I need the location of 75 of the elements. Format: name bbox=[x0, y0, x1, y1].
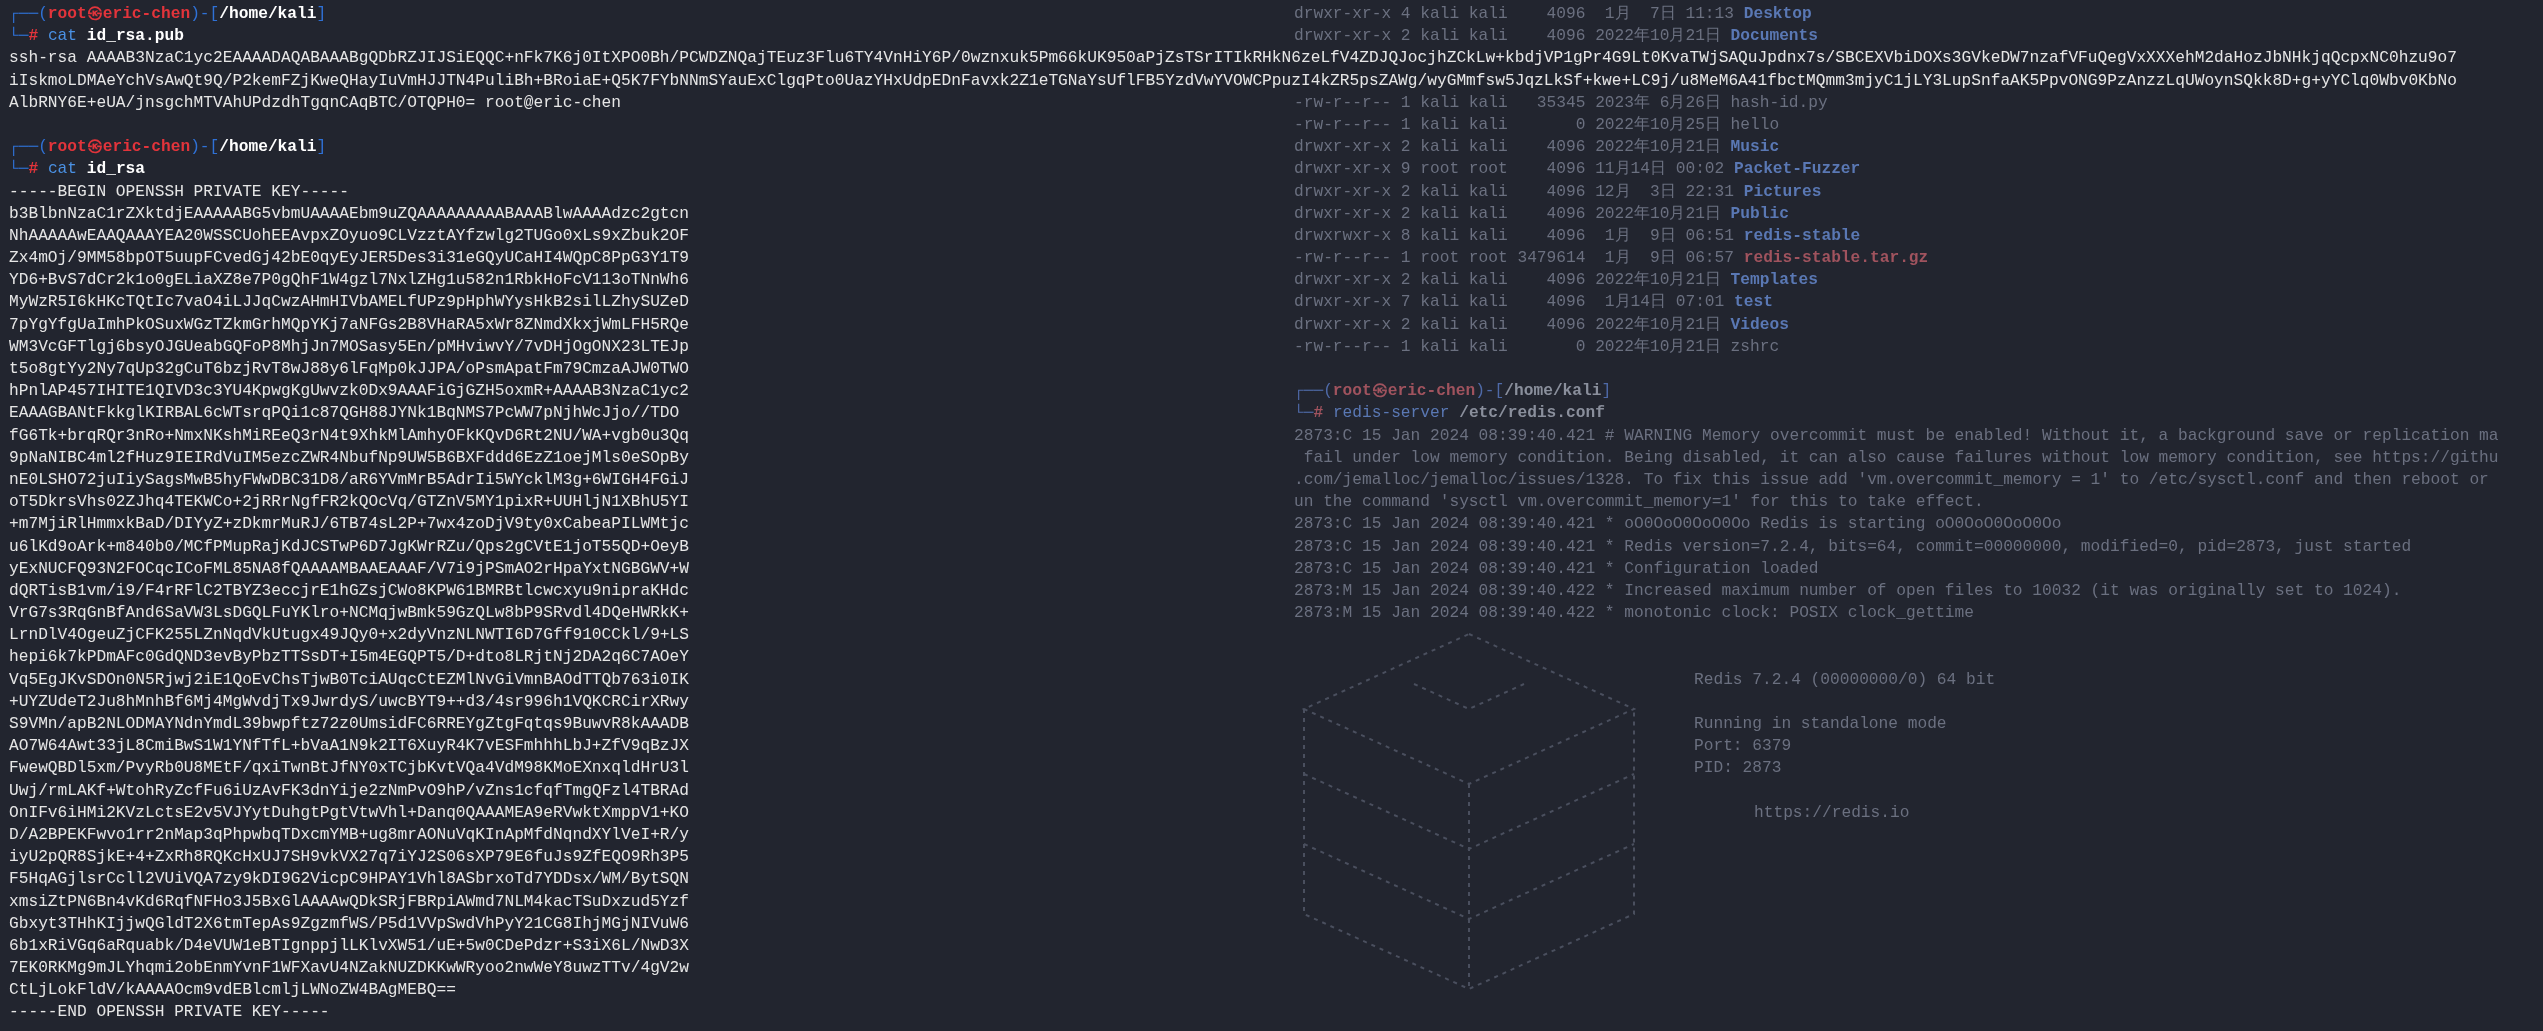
output-line: Uwj/rmLAKf+WtohRyZcfFu6iUzAvFK3dnYije2zNmPvO9hP/vZns1cfqfTmgQFzl4TBRAd bbox=[9, 780, 689, 802]
output-line: hepi6k7kPDmAFc0GdQND3evByPbzTTSsDT+I5m4EGQPT5/D+dto8LRjtNj2DA2q6C7AOeY bbox=[9, 647, 689, 669]
output-line: F5HqAGjlsrCcll2VUiVQA7zy9kDI9G2VicpC9HPAY1Vhl8ASbrxoTd7YDDsx/WM/BytSQN bbox=[9, 869, 689, 891]
output-line: iyU2pQR8SjkE+4+ZxRh8RQKcHxUJ7SH9vkVX27q7iYJ2S06sXP79E6fuJs9ZfEQO9Rh3P5 bbox=[9, 847, 689, 869]
banner-line: Running in standalone mode bbox=[1694, 714, 1947, 736]
output-line: -----BEGIN OPENSSH PRIVATE KEY----- bbox=[9, 181, 349, 203]
output-line: NhAAAAAwEAAQAAAYEA20WSSCUohEEAvpxZOyuo9CLVzztAYfzwlg2TUGo0xLs9xZbuk2OF bbox=[9, 225, 689, 247]
file-listing-row-text: drwxr-xr-x 9 root root 4096 11月14日 00:02 Packet-Fuzzer bbox=[1294, 159, 1861, 181]
banner-line: Port: 6379 bbox=[1694, 736, 1792, 758]
log-line: 2873:C 15 Jan 2024 08:39:40.421 * Redis version=7.2.4, bits=64, commit=00000000, modified=0, pid=2873, just started bbox=[1294, 536, 2412, 558]
output-line: hPnlAP457IHITE1QIVD3c3YU4KpwgKgUwvzk0Dx9AAAFiGjGZH5oxmR+AAAAB3NzaC1yc2 bbox=[9, 381, 689, 403]
command-line: └─# cat id_rsa bbox=[9, 158, 146, 181]
output-line: YD6+BvS7dCr2k1o0gELiaXZ8e7P0gQhF1W4gzl7NxlZHg1u582n1RbkHoFcV113oTNnWh6 bbox=[9, 270, 689, 292]
output-line: AlbRNY6E+eUA/jnsgchMTVAhUPdzdhTgqnCAqBTC/OTQPH0= root@eric-chen bbox=[9, 92, 621, 114]
output-line: S9VMn/apB2NLODMAYNdnYmdL39bwpftz72z0UmsidFC6RREYgZtgFqtqs9BuwvR8kAAADB bbox=[9, 714, 689, 735]
banner-line: Redis 7.2.4 (00000000/0) 64 bit bbox=[1694, 669, 1996, 691]
output-line: yExNUCFQ93N2FOCqcICoFML85NA8fQAAAAMBAAEAAAF/V7i9jPSmAO2rHpaYxtNGBGWV+W bbox=[9, 558, 689, 580]
log-line: un the command 'sysctl vm.overcommit_memory=1' for this to take effect. bbox=[1294, 492, 1984, 514]
log-line: 2873:M 15 Jan 2024 08:39:40.422 * Increased maximum number of open files to 10032 (it was originally set to 1024). bbox=[1294, 580, 2402, 602]
output-line: nE0LSHO72juIiySagsMwB5hyFWwDBC31D8/aR6YVmMrB5AdrIi5WYcklM3g+6WIGH4FGiJ bbox=[9, 469, 689, 491]
output-line: EAAAGBANtFkkglKIRBAL6cWTsrqPQi1c87QGH88JYNk1BqNMS7PcWW7pNjhWcJjo//TDO bbox=[9, 403, 680, 425]
output-line: -----END OPENSSH PRIVATE KEY----- bbox=[9, 1002, 330, 1024]
output-line: oT5DkrsVhs02ZJhq4TEKWCo+2jRRrNgfFR2kQOcVq/GTZnV5MY1pixR+UUHljN1XBhU5YI bbox=[9, 492, 689, 514]
output-line: MyWzR5I6kHKcTQtIc7vaO4iLJJqCwzAHmHIVbAMELfUPz9pHphWYysHkB2silLZhySUZeD bbox=[9, 292, 689, 314]
file-listing-row-text: drwxr-xr-x 2 kali kali 4096 2022年10月21日 Public bbox=[1294, 203, 1789, 225]
output-line: Vq5EgJKvSDOn0N5Rjwj2iE1QoEvChsTjwB0TciAUqcCtEZMlNvGiVmnBAOdTTQb763i0IK bbox=[9, 669, 689, 691]
output-line: fG6Tk+brqRQr3nRo+NmxNKshMiREeQ3rN4t9XhkMlAmhyOFkKQvD6Rt2NU/WA+vgb0u3Qq bbox=[9, 425, 689, 447]
file-listing-row-text: drwxr-xr-x 2 kali kali 4096 2022年10月21日 Documents bbox=[1294, 26, 1818, 48]
output-line: 7EK0RKMg9mJLYhqmi2obEnmYvnF1WFXavU4NZakNUZDKKwWRyoo2nwWeY8uwzTTv/4gV2w bbox=[9, 958, 689, 980]
output-line: u6lKd9oArk+m840b0/MCfPMupRajKdJCSTwP6D7JgKWrRZu/Qps2gCVtE1joT55QD+OeyB bbox=[9, 536, 689, 558]
prompt-line: ┌──(root㉿eric-chen)-[/home/kali] bbox=[9, 4, 327, 25]
output-line: AO7W64Awt33jL8CmiBwS1W1YNfTfL+bVaA1N9k2IT6XuyR4K7vESFmhhhLbJ+ZfV9qBzJX bbox=[9, 736, 689, 758]
log-line: 2873:C 15 Jan 2024 08:39:40.421 * Configuration loaded bbox=[1294, 558, 1819, 580]
output-line: FwewQBDl5xm/PvyRb0U8MEtF/qxiTwnBtJfNY0xTCjbKvtVQa4VdM98KMoEXnxqldHrU3l bbox=[9, 758, 689, 780]
output-line: Gbxyt3THhKIjjwQGldT2X6tmTepAs9ZgzmfWS/P5d1VVpSwdVhPyY21CG8IhjMGjNIVuW6 bbox=[9, 913, 689, 935]
output-line: +m7MjiRlHmmxkBaD/DIYyZ+zDkmrMuRJ/6TB74sL2P+7wx4zoDjV9ty0xCabeaPILWMtjc bbox=[9, 514, 689, 536]
prompt-line: ┌──(root㉿eric-chen)-[/home/kali] bbox=[9, 137, 327, 159]
output-line: WM3VcGFTlgj6bsyOJGUeabGQFoP8MhjJn7MOSasy5En/pMHviwvY/7vDHjOgONX23LTEJp bbox=[9, 336, 689, 358]
file-listing-row-text: drwxr-xr-x 2 kali kali 4096 2022年10月21日 Videos bbox=[1294, 314, 1789, 336]
file-listing-row-text: drwxr-xr-x 4 kali kali 4096 1月 7日 11:13 Desktop bbox=[1294, 4, 1812, 25]
file-listing-row-text: -rw-r--r-- 1 kali kali 35345 2023年 6月26日 hash-id.py bbox=[1294, 92, 1828, 114]
file-listing-row-text: -rw-r--r-- 1 kali kali 0 2022年10月21日 zshrc bbox=[1294, 336, 1780, 358]
file-listing-row-text: drwxr-xr-x 7 kali kali 4096 1月14日 07:01 test bbox=[1294, 292, 1773, 314]
output-line: xmsiZtPN6Bn4vKd6RqfNFHo3J5BxGlAAAAwQDkSRjFBRpiAWmd7NLM4kacTSuDxzud5Yzf bbox=[9, 891, 689, 913]
log-line: 2873:M 15 Jan 2024 08:39:40.422 * monotonic clock: POSIX clock_gettime bbox=[1294, 603, 1974, 625]
output-line: D/A2BPEKFwvo1rr2nMap3qPhpwbqTDxcmYMB+ug8mrAONuVqKInApMfdNqndXYlVeI+R/y bbox=[9, 824, 689, 846]
output-line: b3BlbnNzaC1rZXktdjEAAAAABG5vbmUAAAAEbm9uZQAAAAAAAAABAAABlwAAAAdzc2gtcn bbox=[9, 203, 689, 225]
banner-line: https://redis.io bbox=[1754, 802, 1910, 824]
log-line: .com/jemalloc/jemalloc/issues/1328. To fix this issue add 'vm.overcommit_memory = 1' to /etc/sysctl.conf and then reboot or bbox=[1294, 469, 2489, 491]
file-listing-row-text: drwxr-xr-x 2 kali kali 4096 2022年10月21日 Music bbox=[1294, 137, 1780, 159]
log-line: fail under low memory condition. Being disabled, it can also cause failures without low memory condition, see https://githu bbox=[1302, 447, 2499, 469]
output-line: iIskmoLDMAeYchVsAwQt9Q/P2kemFZjKweQHayIuVmHJJTN4PuliBh+BRoiaE+Q5K7FYbNNmSYauExClgqPto0UazYHxUdpEDnFavxk2Z1eTGNaYsUflFB5YzdVwYVOWCPpuzI4kZR5psZAWg/wyGMmfsw5JqzLkSf+kwe+LC9j/u8MeM6A41fbctMQmm3mjyC1jLY3LupSnfaAK5PpvONG9PzAnzzLqUWoynSQkk8D+g+yYClq0Wbv0KbNo bbox=[9, 70, 2457, 92]
file-listing-row-text: -rw-r--r-- 1 root root 3479614 1月 9日 06:57 redis-stable.tar.gz bbox=[1294, 248, 1929, 270]
output-line: 9pNaNIBC4ml2fHuz9IEIRdVuIM5ezcZWR4NbufNp9UW5B6BXFddd6EzZ1oejMls0eSOpBy bbox=[9, 447, 689, 469]
output-line: dQRTisB1vm/i9/F4rRFlC2TBYZ3eccjrE1hGZsjCWo8KPW61BMRBtlcwcxyu9nipraKHdc bbox=[9, 580, 689, 602]
output-line: ssh-rsa AAAAB3NzaC1yc2EAAAADAQABAAABgQDbRZJIJSiEQQC+nFk7K6j0ItXPO0Bh/PCWDZNQajTEuz3Flu6TY4VnHiY6P/0wznxuk5Pm66kUK950aPjZsTSrITIkRHkN6zeLfV4ZDJQJocjhZCkLw+kbdjVP1gPr4G9Lt0KvaTWjSAQuJpdnx7s/SBCEXVbiDOXs3GVkeDW7nzafVFuQegVxXXXehM2daHozJbNHkjqQcpxNC0hzu9o7 bbox=[9, 48, 2457, 70]
output-line: OnIFv6iHMi2KVzLctsE2v5VJYytDuhgtPgtVtwVhl+Danq0QAAAMEA9eRVwktXmppV1+KO bbox=[9, 802, 689, 824]
output-line: 6b1xRiVGq6aRquabk/D4eVUW1eBTIgnppjlLKlvXW51/uE+5w0CDePdzr+S3iX6L/NwD3X bbox=[9, 935, 689, 957]
prompt-line: ┌──(root㉿eric-chen)-[/home/kali] bbox=[1294, 381, 1612, 403]
file-listing-row-text: drwxr-xr-x 2 kali kali 4096 2022年10月21日 Templates bbox=[1294, 270, 1818, 292]
file-listing-row-text: drwxr-xr-x 2 kali kali 4096 12月 3日 22:31 Pictures bbox=[1294, 181, 1822, 203]
file-listing-row-text: drwxrwxr-x 8 kali kali 4096 1月 9日 06:51 redis-stable bbox=[1294, 225, 1861, 247]
output-line: VrG7s3RqGnBfAnd6SaVW3LsDGQLFuYKlro+NCMqjwBmk59GzQLw8bP9SRvdl4DQeHWRkK+ bbox=[9, 603, 689, 625]
command-line: └─# cat id_rsa.pub bbox=[9, 25, 184, 48]
banner-line: PID: 2873 bbox=[1694, 758, 1782, 780]
output-line: +UYZUdeT2Ju8hMnhBf6Mj4MgWvdjTx9JwrdyS/uwcBYT9++d3/4sr996h1VQKCRCirXRwy bbox=[9, 691, 689, 713]
log-line: 2873:C 15 Jan 2024 08:39:40.421 * oO0OoO0OoO0Oo Redis is starting oO0OoO0OoO0Oo bbox=[1294, 514, 2062, 536]
log-line: 2873:C 15 Jan 2024 08:39:40.421 # WARNING Memory overcommit must be enabled! Without it, a background save or replication ma bbox=[1294, 425, 2499, 447]
output-line: Zx4mOj/9MM58bpOT5uupFCvedGj42bE0qyEyJER5Des3i31eGQyUCaHI4WQpC8PpG3Y1T9 bbox=[9, 248, 689, 270]
output-line: LrnDlV4OgeuZjCFK255LZnNqdVkUtugx49JQy0+x2dyVnzNLNWTI6D7Gff910CCkl/9+LS bbox=[9, 625, 689, 647]
file-listing-row-text: -rw-r--r-- 1 kali kali 0 2022年10月25日 hello bbox=[1294, 114, 1780, 136]
output-line: CtLjLokFldV/kAAAAOcm9vdEBlcmljLWNoZW4BAgMEBQ== bbox=[9, 980, 456, 1002]
command-line: └─# redis-server /etc/redis.conf bbox=[1294, 402, 1605, 425]
output-line: 7pYgYfgUaImhPkOSuxWGzTZkmGrhMQpYKj7aNFGs2B8VHaRA5xWr8ZNmdXkxjWmLFH5RQe bbox=[9, 314, 689, 336]
output-line: t5o8gtYy2Ny7qUp32gCuT6bzjRvT8wJ88y6lFqMp0kJJPA/oPsmApatFm79CmzaAJW0TWO bbox=[9, 359, 689, 380]
